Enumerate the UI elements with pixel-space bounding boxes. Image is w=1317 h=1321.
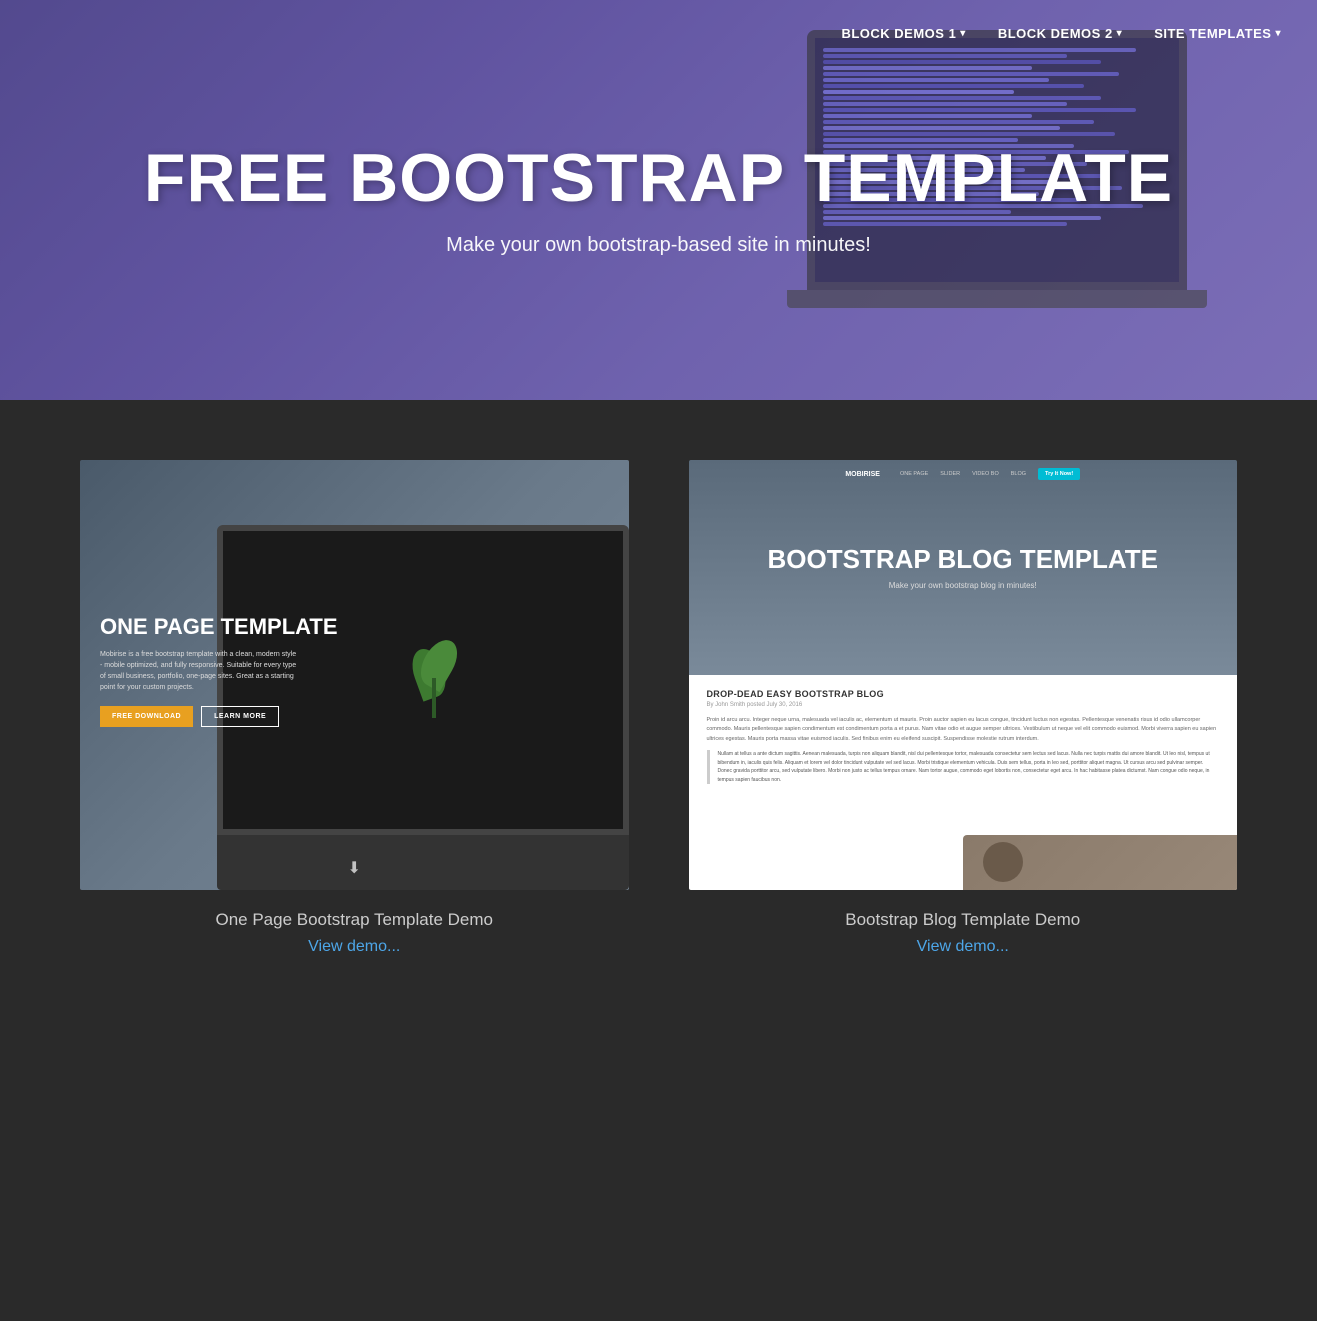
hero-title: FREE BOOTSTRAP TEMPLATE: [144, 143, 1173, 214]
cards-grid: ONE PAGE TEMPLATE Mobirise is a free boo…: [80, 460, 1237, 956]
card-onepage-link[interactable]: View demo...: [308, 938, 400, 955]
blog-post-text-1: Proin id arcu arcu. Integer neque urna, …: [707, 716, 1220, 744]
learn-more-button[interactable]: LEARN MORE: [201, 706, 279, 727]
blog-post-title: DROP-DEAD EASY BOOTSTRAP BLOG: [707, 689, 1220, 699]
hero-content: FREE BOOTSTRAP TEMPLATE Make your own bo…: [144, 143, 1173, 257]
preview-onepage-buttons: FREE DOWNLOAD LEARN MORE: [100, 706, 338, 727]
preview-laptop-base: [217, 835, 628, 890]
chevron-down-icon: ▾: [1275, 28, 1281, 39]
nav-label-site-templates: SITE TEMPLATES: [1154, 26, 1271, 41]
preview-onepage-heading: ONE PAGE TEMPLATE: [100, 615, 338, 639]
blog-header-subtitle: Make your own bootstrap blog in minutes!: [889, 581, 1037, 590]
nav-label-block-demos-1: BLOCK DEMOS 1: [841, 26, 956, 41]
preview-onepage-description: Mobirise is a free bootstrap template wi…: [100, 649, 300, 694]
chevron-down-icon: ▾: [1117, 28, 1123, 39]
nav-block-demos-1[interactable]: BLOCK DEMOS 1 ▾: [829, 18, 977, 49]
blog-header-title: BOOTSTRAP BLOG TEMPLATE: [768, 545, 1158, 574]
nav-block-demos-2[interactable]: BLOCK DEMOS 2 ▾: [986, 18, 1134, 49]
blog-nav-logo: MOBIRISE: [845, 471, 880, 478]
card-onepage-info: One Page Bootstrap Template Demo View de…: [215, 910, 493, 956]
blog-bottom-circle-decoration: [983, 842, 1023, 882]
preview-screen-content: [223, 531, 243, 572]
blog-post-meta: By John Smith posted July 30, 2016: [707, 702, 1220, 708]
card-blog-title: Bootstrap Blog Template Demo: [845, 910, 1080, 930]
blog-bottom-image: [963, 835, 1237, 890]
blog-nav-link-4: BLOG: [1011, 471, 1026, 477]
chevron-down-icon: ▾: [960, 28, 966, 39]
card-onepage-title: One Page Bootstrap Template Demo: [215, 910, 493, 930]
navbar: BLOCK DEMOS 1 ▾ BLOCK DEMOS 2 ▾ SITE TEM…: [805, 0, 1317, 67]
blog-nav: MOBIRISE ONE PAGE SLIDER VIDEO BO BLOG T…: [689, 468, 1238, 480]
nav-label-block-demos-2: BLOCK DEMOS 2: [998, 26, 1113, 41]
content-area: ONE PAGE TEMPLATE Mobirise is a free boo…: [0, 400, 1317, 1036]
card-onepage-preview[interactable]: ONE PAGE TEMPLATE Mobirise is a free boo…: [80, 460, 629, 890]
blog-nav-link-3: VIDEO BO: [972, 471, 999, 477]
blog-header: MOBIRISE ONE PAGE SLIDER VIDEO BO BLOG T…: [689, 460, 1238, 675]
plant-stem: [432, 678, 436, 718]
preview-onepage-text: ONE PAGE TEMPLATE Mobirise is a free boo…: [100, 615, 338, 727]
blog-post-quote: Nullam at tellus a ante dictum sagittis.…: [707, 750, 1220, 784]
hero-subtitle: Make your own bootstrap-based site in mi…: [144, 234, 1173, 257]
card-blog-info: Bootstrap Blog Template Demo View demo..…: [845, 910, 1080, 956]
card-onepage: ONE PAGE TEMPLATE Mobirise is a free boo…: [80, 460, 629, 956]
card-blog-link[interactable]: View demo...: [917, 938, 1009, 955]
preview-onepage-inner: ONE PAGE TEMPLATE Mobirise is a free boo…: [80, 460, 629, 890]
preview-plant-decoration: [404, 638, 464, 718]
card-blog-preview[interactable]: MOBIRISE ONE PAGE SLIDER VIDEO BO BLOG T…: [689, 460, 1238, 890]
preview-blog-inner: MOBIRISE ONE PAGE SLIDER VIDEO BO BLOG T…: [689, 460, 1238, 890]
free-download-button[interactable]: FREE DOWNLOAD: [100, 706, 193, 727]
blog-nav-link-2: SLIDER: [940, 471, 960, 477]
nav-site-templates[interactable]: SITE TEMPLATES ▾: [1142, 18, 1293, 49]
scroll-down-arrow: ⬇: [348, 858, 361, 878]
blog-nav-link-1: ONE PAGE: [900, 471, 928, 477]
blog-try-button[interactable]: Try It Now!: [1038, 468, 1080, 480]
blog-post-quote-text: Nullam at tellus a ante dictum sagittis.…: [718, 750, 1220, 784]
card-blog: MOBIRISE ONE PAGE SLIDER VIDEO BO BLOG T…: [689, 460, 1238, 956]
